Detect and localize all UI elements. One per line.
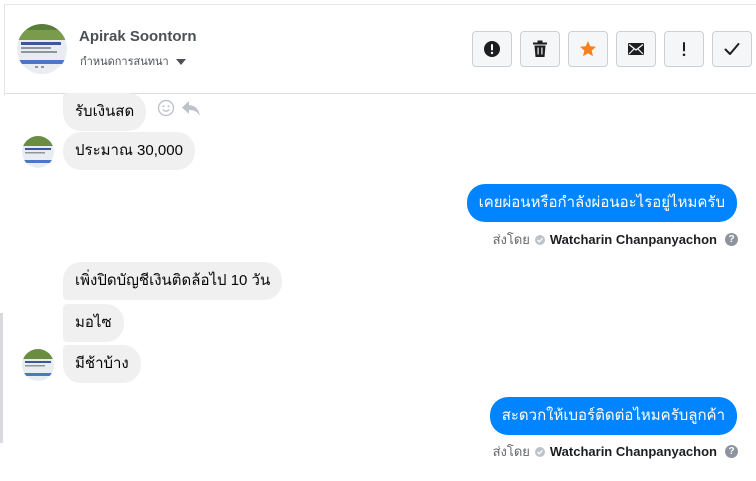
verified-check-icon <box>534 446 545 457</box>
contact-avatar-small[interactable] <box>22 136 54 168</box>
caret-down-icon <box>175 58 186 65</box>
verified-check-icon <box>534 234 545 245</box>
exclamation-icon <box>682 42 686 57</box>
sent-by-label: ส่งโดย <box>492 232 530 247</box>
message-bubble-incoming[interactable]: เพิ่งปิดบัญชีเงินติดล้อไป 10 วัน <box>63 262 283 300</box>
conversation-settings-label: กำหนดการสนทนา <box>80 56 169 68</box>
contact-name[interactable]: Apirak Soontorn <box>79 28 197 45</box>
emoji-icon[interactable] <box>157 99 175 117</box>
message-bubble-incoming[interactable]: รับเงินสด <box>63 93 147 131</box>
star-icon <box>580 41 596 57</box>
follow-up-button[interactable] <box>664 31 704 67</box>
reply-icon[interactable] <box>181 99 201 117</box>
delete-button[interactable] <box>520 31 560 67</box>
contact-avatar-small[interactable] <box>22 349 54 381</box>
sent-by-agent[interactable]: Watcharin Chanpanyachon <box>550 232 717 247</box>
message-bubble-incoming[interactable]: ประมาณ 30,000 <box>63 132 195 170</box>
sent-by-line: ส่งโดย Watcharin Chanpanyachon ? <box>493 441 738 462</box>
trash-icon <box>533 40 547 57</box>
toolbar-actions <box>472 31 752 67</box>
message-bubble-incoming[interactable]: มีช้าบ้าง <box>63 345 141 383</box>
mark-done-button[interactable] <box>712 31 752 67</box>
message-bubble-outgoing[interactable]: สะดวกให้เบอร์ติดต่อไหมครับลูกค้า <box>489 397 737 435</box>
help-icon[interactable]: ? <box>725 445 738 458</box>
contact-avatar[interactable] <box>17 24 67 74</box>
conversation-header: Apirak Soontorn กำหนดการสนทนา <box>5 5 756 94</box>
sent-by-agent[interactable]: Watcharin Chanpanyachon <box>550 444 717 459</box>
conversation-settings-dropdown[interactable]: กำหนดการสนทนา <box>80 52 186 70</box>
message-bubble-incoming[interactable]: มอไซ <box>63 304 124 342</box>
envelope-icon <box>628 43 644 55</box>
mark-unread-button[interactable] <box>616 31 656 67</box>
sent-by-line: ส่งโดย Watcharin Chanpanyachon ? <box>493 229 738 250</box>
spam-button[interactable] <box>472 31 512 67</box>
checkmark-icon <box>724 43 740 55</box>
help-icon[interactable]: ? <box>725 233 738 246</box>
message-bubble-outgoing[interactable]: เคยผ่อนหรือกำลังผ่อนอะไรอยู่ไหมครับ <box>466 184 737 222</box>
star-button[interactable] <box>568 31 608 67</box>
sent-by-label: ส่งโดย <box>492 444 530 459</box>
alert-circle-icon <box>484 41 500 57</box>
scrollbar-track[interactable] <box>0 313 3 443</box>
message-hover-tools <box>157 99 201 117</box>
